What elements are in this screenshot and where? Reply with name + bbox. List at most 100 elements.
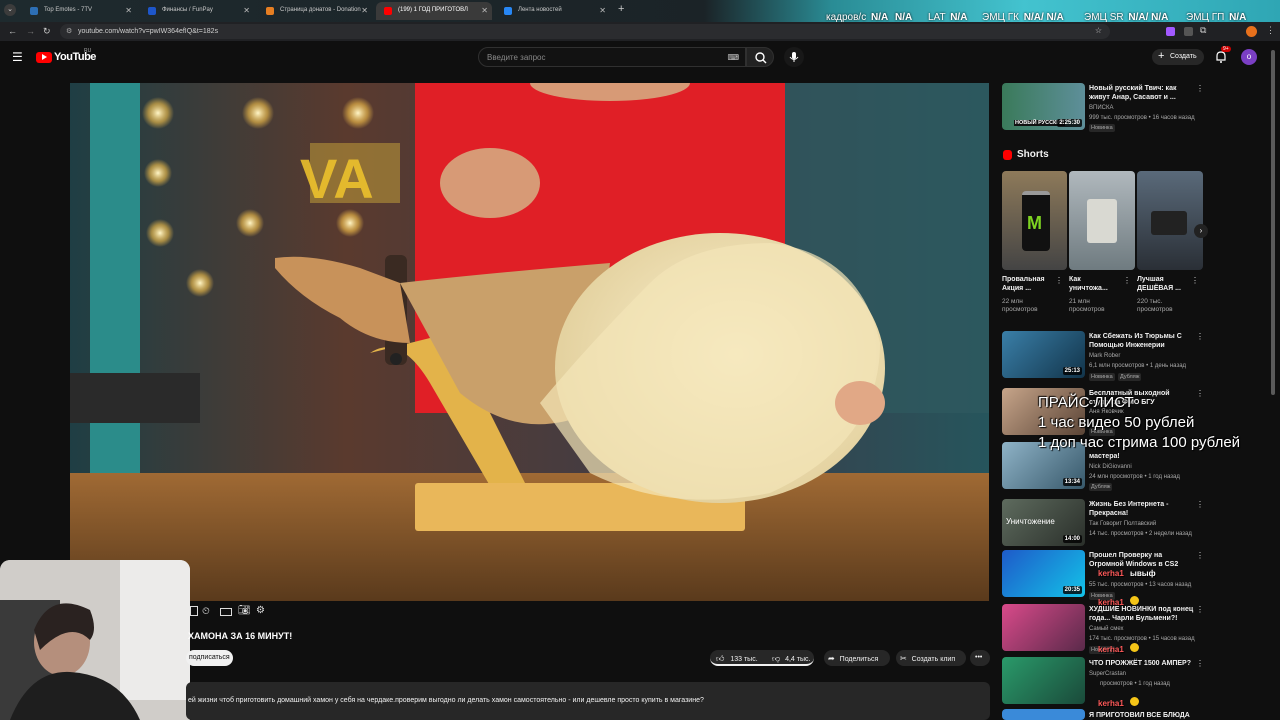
channel-name[interactable]: Mark Rober: [1089, 353, 1120, 359]
recommended-thumbnail[interactable]: [1002, 657, 1085, 704]
tab-donation[interactable]: Страница донатов - Donation ✕: [258, 2, 372, 20]
close-tab-icon[interactable]: ✕: [481, 6, 488, 15]
recommended-thumbnail[interactable]: 20:35: [1002, 550, 1085, 597]
recommended-title[interactable]: ХУДШИЕ НОВИНКИ под конец года... Чарли Бу…: [1089, 605, 1193, 623]
short-views: 22 млн просмотров: [1002, 298, 1038, 313]
screen-icon[interactable]: [220, 608, 232, 616]
create-button[interactable]: + Создать: [1152, 49, 1204, 65]
create-clip-button[interactable]: ✂ Создать клип: [896, 650, 966, 666]
emote-icon: [1130, 697, 1140, 706]
streamer-webcam: [0, 560, 190, 720]
recommended-title[interactable]: мастера!: [1089, 452, 1120, 461]
reload-icon[interactable]: ↻: [43, 26, 51, 37]
bookmark-star-icon[interactable]: ☆: [1095, 26, 1102, 35]
recommended-title[interactable]: Прошел Проверку на Огромной Windows в CS2: [1089, 551, 1178, 569]
extensions-puzzle-icon[interactable]: ⧉: [1200, 25, 1206, 36]
channel-name[interactable]: SuperCrastan: [1089, 671, 1126, 677]
dub-badge: Дубляж: [1089, 483, 1113, 491]
close-tab-icon[interactable]: ✕: [125, 6, 132, 15]
channel-name[interactable]: Самый смех: [1089, 626, 1124, 632]
recommended-title[interactable]: Как Сбежать Из Тюрьмы С Помощью Инженерии: [1089, 332, 1182, 350]
settings-gear-icon[interactable]: ⚙: [256, 605, 265, 616]
close-tab-icon[interactable]: ✕: [599, 6, 606, 15]
short-title[interactable]: Провальная Акция ...: [1002, 275, 1045, 293]
profile-avatar-icon[interactable]: [1246, 26, 1257, 37]
shorts-next-arrow-icon[interactable]: ›: [1194, 224, 1208, 238]
channel-name[interactable]: Так Говорит Полтавский: [1089, 521, 1156, 527]
subscribe-button[interactable]: подписаться: [186, 650, 233, 666]
recommended-thumbnail[interactable]: 25:13: [1002, 331, 1085, 378]
site-info-icon[interactable]: ⚙: [66, 27, 72, 35]
funpay-favicon-icon: [148, 7, 156, 15]
notifications-button[interactable]: 9+: [1214, 46, 1231, 64]
recommended-thumbnail[interactable]: Уничтожение 14:00: [1002, 499, 1085, 546]
browser-kebab-icon[interactable]: ⋮: [1266, 25, 1275, 36]
autoplay-icon[interactable]: [190, 606, 198, 616]
tab-news-feed[interactable]: Лента новостей ✕: [496, 2, 610, 20]
tab-youtube-active[interactable]: (199) 1 ГОД ПРИГОТОВЛ ✕: [376, 2, 492, 20]
short-thumbnail[interactable]: M: [1002, 171, 1067, 270]
short-title[interactable]: Как уничтожа...: [1069, 275, 1108, 293]
share-arrow-icon: ➦: [828, 654, 835, 663]
camera-icon[interactable]: 📷︎: [238, 605, 251, 616]
recommended-thumbnail[interactable]: [1002, 604, 1085, 651]
search-button[interactable]: [746, 47, 774, 67]
emote-icon: [1130, 643, 1140, 652]
forward-arrow-icon[interactable]: →: [26, 26, 35, 36]
voice-search-button[interactable]: [784, 47, 804, 67]
video-player[interactable]: VA: [70, 83, 989, 601]
7tv-favicon-icon: [30, 7, 38, 15]
short-thumbnail[interactable]: [1069, 171, 1135, 270]
dislike-button[interactable]: 👎︎ 4,4 тыс.: [768, 650, 816, 666]
notification-count-badge: 9+: [1221, 46, 1231, 52]
video-menu-icon[interactable]: ⋮: [1196, 332, 1204, 341]
new-tab-button[interactable]: +: [618, 3, 624, 15]
recommended-title[interactable]: ЧТО ПРОЖЖЁТ 1500 АМПЕР?: [1089, 659, 1191, 668]
video-meta: 6,1 млн просмотров • 1 день назад: [1089, 363, 1187, 369]
svg-text:VA: VA: [300, 147, 374, 210]
close-tab-icon[interactable]: ✕: [243, 6, 250, 15]
video-menu-icon[interactable]: ⋮: [1196, 84, 1204, 93]
video-menu-icon[interactable]: ⋮: [1196, 551, 1204, 560]
short-menu-icon[interactable]: ⋮: [1055, 276, 1063, 285]
scissors-icon: ✂: [900, 654, 907, 663]
short-menu-icon[interactable]: ⋮: [1123, 276, 1131, 285]
account-avatar[interactable]: о: [1241, 49, 1257, 65]
shorts-logo-icon: [1003, 150, 1012, 160]
price-list-line-2: 1 доп час стрима 100 рублей: [1038, 434, 1241, 451]
extension-icon-2[interactable]: [1184, 27, 1193, 36]
video-menu-icon[interactable]: ⋮: [1196, 659, 1204, 668]
hamburger-menu-icon[interactable]: ☰: [12, 50, 23, 64]
thumbs-up-icon: 👍︎: [716, 654, 725, 663]
tab-funpay[interactable]: Финансы / FunPay ✕: [140, 2, 254, 20]
video-menu-icon[interactable]: ⋮: [1196, 389, 1204, 398]
address-bar[interactable]: ⚙ youtube.com/watch?v=pwIW364efIQ&t=182s…: [60, 24, 1110, 39]
keyboard-icon[interactable]: ⌨: [727, 53, 739, 62]
short-thumbnail[interactable]: [1137, 171, 1203, 270]
recommended-title[interactable]: Жизнь Без Интернета - Прекрасна!: [1089, 500, 1168, 518]
browser-menu-button[interactable]: ⌄: [4, 4, 16, 16]
price-list-title: ПРАЙС ЛИСТ: [1038, 394, 1134, 411]
more-actions-button[interactable]: •••: [970, 650, 990, 666]
short-title[interactable]: Лучшая ДЕШЁВАЯ ...: [1137, 275, 1181, 293]
recommended-thumbnail[interactable]: НОВЫЙ РУССКИЙ 2:25:30: [1002, 83, 1085, 130]
video-menu-icon[interactable]: ⋮: [1196, 605, 1204, 614]
short-menu-icon[interactable]: ⋮: [1191, 276, 1199, 285]
page-scrollbar[interactable]: [1271, 50, 1275, 395]
back-arrow-icon[interactable]: ←: [8, 26, 17, 36]
recommended-thumbnail[interactable]: [1002, 709, 1085, 720]
speed-icon[interactable]: ⏲: [202, 606, 210, 617]
video-title: ХАМОНА ЗА 16 МИНУТ!: [188, 631, 293, 641]
emote-icon: [1130, 596, 1140, 605]
video-menu-icon[interactable]: ⋮: [1196, 500, 1204, 509]
recommended-title[interactable]: Я ПРИГОТОВИЛ ВСЕ БЛЮДА: [1089, 711, 1190, 720]
short-views: 21 млн просмотров: [1069, 298, 1105, 313]
close-tab-icon[interactable]: ✕: [361, 6, 368, 15]
recommended-title[interactable]: Новый русский Твич: как живут Анар, Сасав…: [1089, 84, 1176, 102]
search-input[interactable]: Введите запрос ⌨: [478, 47, 746, 67]
channel-name[interactable]: Nick DiGiovanni: [1089, 464, 1132, 470]
extension-icon[interactable]: [1166, 27, 1175, 36]
channel-name[interactable]: ВПИСКА: [1089, 105, 1113, 111]
share-button[interactable]: ➦ Поделиться: [824, 650, 890, 666]
tab-top-emotes[interactable]: Top Emotes - 7TV ✕: [22, 2, 136, 20]
